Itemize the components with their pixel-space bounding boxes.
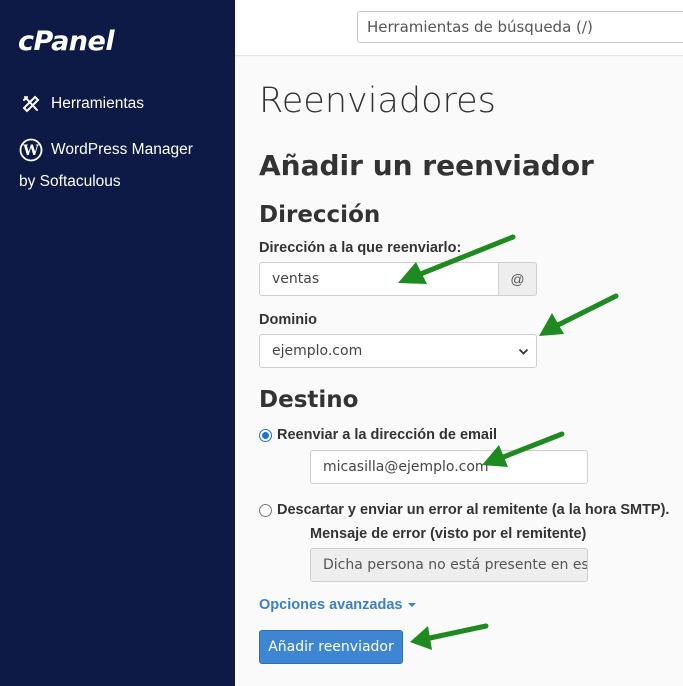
discard-radio[interactable] bbox=[259, 503, 272, 517]
error-message-input[interactable]: Dicha persona no está presente en esta bbox=[310, 548, 588, 582]
wordpress-icon: W bbox=[19, 138, 43, 162]
forward-address-input[interactable]: ventas bbox=[259, 262, 499, 296]
discard-option[interactable]: Descartar y enviar un error al remitente… bbox=[259, 502, 669, 518]
sidebar-item-label: WordPress Manager bbox=[51, 141, 193, 158]
main-content: Reenviadores Añadir un reenviador Direcc… bbox=[235, 57, 683, 686]
top-bar: Herramientas de búsqueda (/) bbox=[235, 0, 683, 56]
address-label: Dirección a la que reenviarlo: bbox=[259, 240, 462, 256]
sidebar-item-wordpress-manager[interactable]: W WordPress Manager bbox=[19, 138, 193, 162]
address-heading: Dirección bbox=[259, 202, 381, 228]
sidebar: cPanel Herramientas W WordPress Manager … bbox=[0, 0, 235, 686]
domain-select-value: ejemplo.com bbox=[272, 343, 363, 359]
sidebar-item-sublabel[interactable]: by Softaculous bbox=[19, 173, 121, 191]
discard-option-label: Descartar y enviar un error al remitente… bbox=[277, 502, 670, 518]
svg-text:W: W bbox=[22, 143, 39, 159]
destination-email-input[interactable]: micasilla@ejemplo.com bbox=[310, 450, 588, 484]
tools-icon bbox=[19, 92, 43, 116]
forward-to-email-option[interactable]: Reenviar a la dirección de email bbox=[259, 427, 497, 443]
add-forwarder-button[interactable]: Añadir reenviador bbox=[259, 630, 403, 664]
forward-option-label: Reenviar a la dirección de email bbox=[277, 427, 498, 443]
caret-down-icon bbox=[408, 603, 417, 607]
forward-radio[interactable] bbox=[259, 428, 272, 442]
error-message-label: Mensaje de error (visto por el remitente… bbox=[310, 526, 587, 542]
cpanel-logo[interactable]: cPanel bbox=[18, 26, 115, 57]
sidebar-item-tools[interactable]: Herramientas bbox=[19, 92, 144, 116]
chevron-down-icon bbox=[518, 348, 529, 355]
page-title: Reenviadores bbox=[259, 81, 496, 121]
section-title: Añadir un reenviador bbox=[259, 149, 594, 182]
search-input[interactable]: Herramientas de búsqueda (/) bbox=[357, 11, 683, 43]
sidebar-item-label: Herramientas bbox=[51, 95, 145, 112]
domain-select[interactable]: ejemplo.com bbox=[259, 334, 537, 368]
at-addon: @ bbox=[498, 262, 537, 296]
advanced-options-label: Opciones avanzadas bbox=[259, 597, 403, 613]
domain-label: Dominio bbox=[259, 312, 317, 328]
destination-heading: Destino bbox=[259, 387, 359, 413]
advanced-options-link[interactable]: Opciones avanzadas bbox=[259, 597, 417, 613]
